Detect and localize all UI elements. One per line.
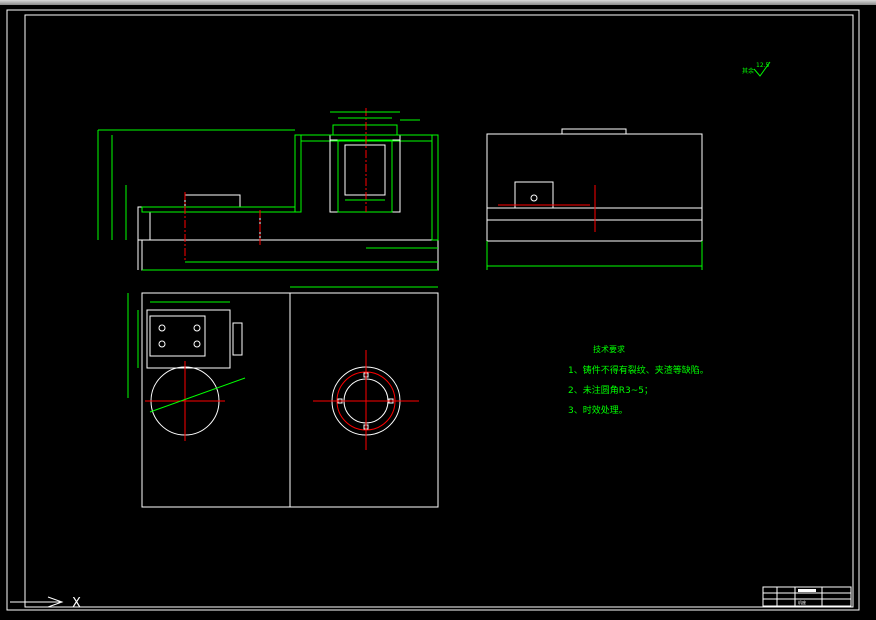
ucs-icon: X <box>10 596 81 611</box>
svg-text:机座: 机座 <box>798 599 806 605</box>
sheet-border-outer <box>6 9 860 611</box>
tech-req-title: 技术要求 <box>593 344 625 354</box>
technical-requirements: 技术要求 1、铸件不得有裂纹、夹渣等缺陷。 2、未注圆角R3~5； 3、时效处理… <box>568 344 709 416</box>
tech-req-item-1: 1、铸件不得有裂纹、夹渣等缺陷。 <box>568 364 709 376</box>
ucs-x-label: X <box>72 596 81 611</box>
front-section-view[interactable] <box>97 108 439 271</box>
top-view[interactable] <box>127 286 439 508</box>
sheet-border-inner <box>24 14 854 608</box>
tech-req-item-2: 2、未注圆角R3~5； <box>568 384 653 396</box>
drawing-canvas[interactable]: 其余 12.5 技术要求 1、铸件不得有裂纹、夹渣等缺陷。 2、未注圆角R3~5… <box>0 0 876 620</box>
roughness-symbol: 其余 12.5 <box>742 61 771 77</box>
svg-text:其余: 其余 <box>742 67 754 75</box>
tech-req-item-3: 3、时效处理。 <box>568 404 628 416</box>
side-view[interactable] <box>486 128 703 270</box>
title-block: 机座 <box>762 586 852 607</box>
